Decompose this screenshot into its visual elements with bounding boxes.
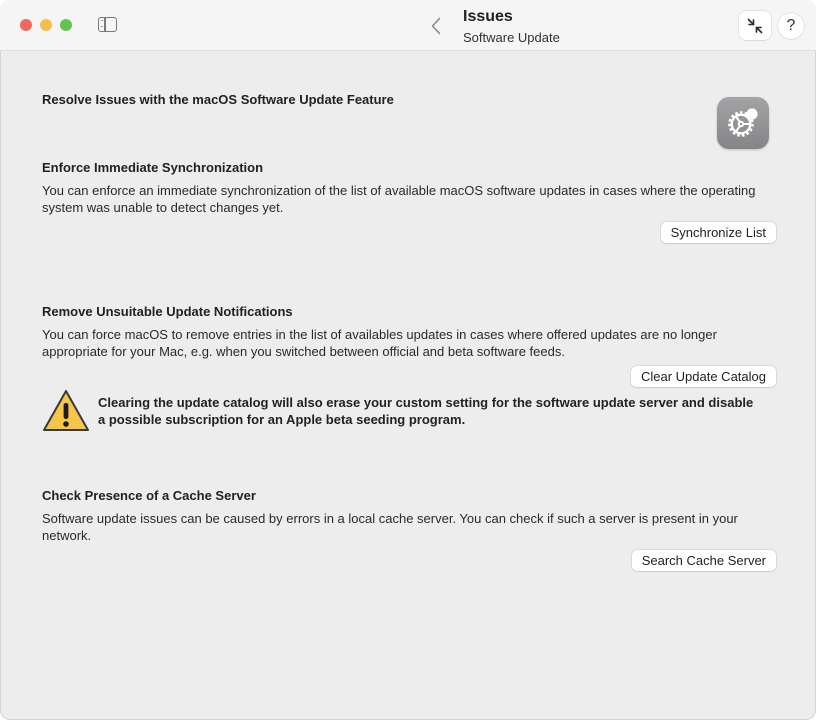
collapse-button[interactable] — [739, 11, 771, 40]
close-window-button[interactable] — [20, 19, 32, 31]
section-text-cache: Software update issues can be caused by … — [42, 511, 738, 543]
section-title-remove: Remove Unsuitable Update Notifications — [42, 304, 293, 319]
back-button[interactable] — [426, 14, 446, 38]
warning-triangle-icon — [43, 390, 89, 431]
sidebar-left-icon[interactable] — [98, 17, 117, 32]
zoom-window-button[interactable] — [60, 19, 72, 31]
section-text-sync: You can enforce an immediate synchroniza… — [42, 183, 756, 215]
section-text-remove: You can force macOS to remove entries in… — [42, 327, 717, 359]
clear-update-catalog-button[interactable]: Clear Update Catalog — [630, 366, 776, 387]
section-title-sync: Enforce Immediate Synchronization — [42, 160, 264, 175]
title-bar: Issues Software Update ? — [0, 0, 816, 51]
page-subtitle: Software Update — [463, 30, 560, 45]
warning-message: Clearing the update catalog will also er… — [98, 395, 754, 427]
synchronize-list-button[interactable]: Synchronize List — [660, 222, 776, 243]
arrows-collapse-icon — [747, 18, 763, 33]
section-title-cache: Check Presence of a Cache Server — [42, 488, 256, 503]
software-update-gear-icon — [717, 97, 769, 149]
page-title: Issues — [463, 8, 513, 25]
chevron-left-icon — [431, 17, 441, 35]
minimize-window-button[interactable] — [40, 19, 52, 31]
main-heading: Resolve Issues with the macOS Software U… — [42, 92, 394, 107]
app-window: Issues Software Update ? Resolve Issues … — [0, 0, 816, 720]
help-button[interactable]: ? — [778, 13, 804, 39]
gear-icon — [728, 108, 758, 137]
search-cache-server-button[interactable]: Search Cache Server — [631, 550, 776, 571]
